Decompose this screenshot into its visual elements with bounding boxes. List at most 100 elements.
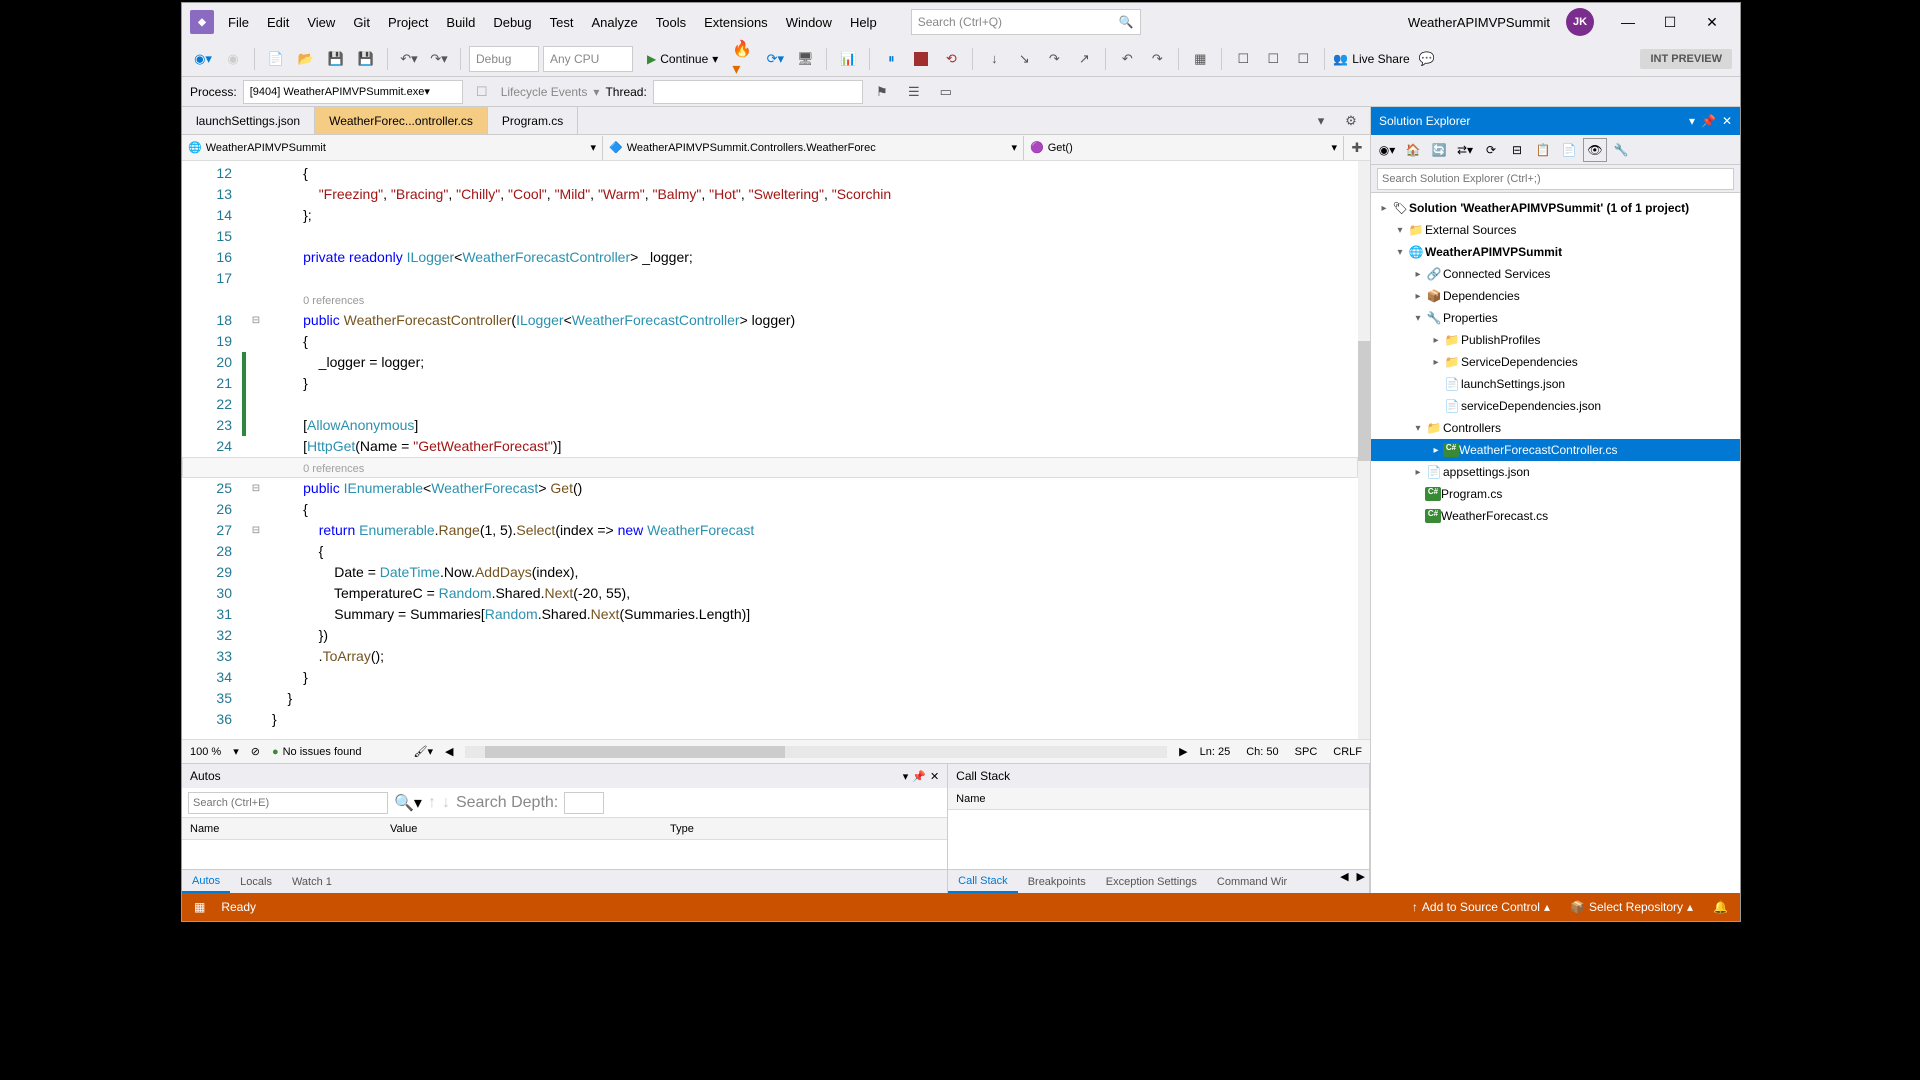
down-icon[interactable]: ↓ [442,794,450,812]
menu-help[interactable]: Help [842,11,885,34]
process-dropdown[interactable]: [9404] WeatherAPIMVPSummit.exe ▾ [243,80,463,104]
tree-item[interactable]: 📄 serviceDependencies.json [1371,395,1740,417]
refresh-icon[interactable]: ⟳ [1479,138,1503,162]
tree-item[interactable]: ▸📄 appsettings.json [1371,461,1740,483]
copy-icon[interactable]: 📄 [1557,138,1581,162]
h-scrollbar[interactable] [465,746,1167,758]
undo-icon[interactable]: ↶▾ [396,46,422,72]
tab-watch1[interactable]: Watch 1 [282,870,342,893]
menu-extensions[interactable]: Extensions [696,11,776,34]
menu-view[interactable]: View [299,11,343,34]
restart-icon[interactable]: ⟳▾ [762,46,788,72]
up-icon[interactable]: ↑ [428,794,436,812]
split-icon[interactable]: ✚ [1344,135,1370,161]
tree-item[interactable]: 📄 launchSettings.json [1371,373,1740,395]
step-into-icon[interactable]: ↘ [1011,46,1037,72]
preview-icon[interactable]: 👁 [1583,138,1607,162]
cursor-back-icon[interactable]: ↶ [1114,46,1140,72]
hot-reload-icon[interactable]: 🔥▾ [732,46,758,72]
menu-debug[interactable]: Debug [485,11,539,34]
menu-build[interactable]: Build [438,11,483,34]
back-icon[interactable]: ◉▾ [1375,138,1399,162]
issues-status[interactable]: No issues found [272,746,362,758]
scroll-thumb[interactable] [1358,341,1370,461]
pin-icon[interactable]: 📌 [912,770,926,783]
tab-dropdown-icon[interactable]: ▾ [1308,108,1334,134]
close-icon[interactable]: ✕ [1722,114,1732,128]
collapse-icon[interactable]: ⊟ [1505,138,1529,162]
perf-icon[interactable]: 📊 [835,46,861,72]
tree-item[interactable]: ▾🌐 WeatherAPIMVPSummit [1371,241,1740,263]
tab-autos[interactable]: Autos [182,870,230,893]
stack-icon[interactable]: ☰ [901,79,927,105]
step-out-icon[interactable]: ↗ [1071,46,1097,72]
scroll-right-icon[interactable]: ▶ [1353,870,1369,893]
thread-dropdown[interactable] [653,80,863,104]
file-tab[interactable]: launchSettings.json [182,107,315,134]
grid-icon[interactable]: ▦ [1187,46,1213,72]
indent-indicator[interactable]: SPC [1295,746,1318,758]
eol-indicator[interactable]: CRLF [1333,746,1362,758]
panel-dropdown-icon[interactable]: ▾ [903,770,909,783]
continue-button[interactable]: ▶Continue ▾ [637,46,728,72]
menu-project[interactable]: Project [380,11,436,34]
live-share-button[interactable]: 👥Live Share [1333,52,1409,66]
tab-exceptions[interactable]: Exception Settings [1096,870,1207,893]
menu-test[interactable]: Test [542,11,582,34]
tab-locals[interactable]: Locals [230,870,282,893]
nav-member[interactable]: 🟣Get()▾ [1024,136,1344,160]
tool1-icon[interactable]: ☐ [1230,46,1256,72]
col-name[interactable]: Name [948,793,993,805]
save-icon[interactable]: 💾 [323,46,349,72]
menu-analyze[interactable]: Analyze [583,11,645,34]
tab-command[interactable]: Command Wir [1207,870,1297,893]
panel-close-icon[interactable]: ✕ [930,770,939,783]
step-over-icon[interactable]: ↷ [1041,46,1067,72]
cursor-fwd-icon[interactable]: ↷ [1144,46,1170,72]
h-scroll-left[interactable]: ◀ [445,745,453,758]
nav-project[interactable]: 🌐WeatherAPIMVPSummit▾ [182,136,603,160]
maximize-button[interactable]: ☐ [1650,8,1690,36]
col-indicator[interactable]: Ch: 50 [1246,746,1278,758]
depth-input[interactable] [564,792,604,814]
col-value[interactable]: Value [382,823,662,835]
minimize-button[interactable]: — [1608,8,1648,36]
tree-item[interactable]: ▾🔧 Properties [1371,307,1740,329]
tab-callstack[interactable]: Call Stack [948,870,1018,893]
tree-item[interactable]: ▸📁 ServiceDependencies [1371,351,1740,373]
scroll-left-icon[interactable]: ◀ [1336,870,1352,893]
close-button[interactable]: ✕ [1692,8,1732,36]
global-search[interactable]: Search (Ctrl+Q) 🔍 [911,9,1141,35]
pin-icon[interactable]: 📌 [1701,114,1716,128]
col-name[interactable]: Name [182,823,382,835]
config-dropdown[interactable]: Debug [469,46,539,72]
properties-icon[interactable]: 🔧 [1609,138,1633,162]
restart-debug-icon[interactable]: ⟲ [938,46,964,72]
error-icon[interactable]: ⊘ [251,745,260,758]
tree-item[interactable]: C# WeatherForecast.cs [1371,505,1740,527]
menu-tools[interactable]: Tools [648,11,694,34]
tree-item[interactable]: ▾📁 External Sources [1371,219,1740,241]
col-type[interactable]: Type [662,823,702,835]
repo-button[interactable]: 📦Select Repository ▴ [1570,900,1693,914]
tab-gear-icon[interactable]: ⚙ [1338,108,1364,134]
home-icon[interactable]: 🏠 [1401,138,1425,162]
h-scroll-right[interactable]: ▶ [1179,745,1187,758]
tree-item[interactable]: C# Program.cs [1371,483,1740,505]
notification-icon[interactable]: 🔔 [1713,900,1728,914]
open-icon[interactable]: 📂 [293,46,319,72]
dropdown-icon[interactable]: ▾ [1689,114,1695,128]
feedback-icon[interactable]: 💬 [1414,46,1440,72]
tool3-icon[interactable]: ☐ [1290,46,1316,72]
flag-icon[interactable]: ⚑ [869,79,895,105]
new-project-icon[interactable]: 📄 [263,46,289,72]
tab-breakpoints[interactable]: Breakpoints [1018,870,1096,893]
brush-icon[interactable]: 🖌▾ [414,745,434,758]
menu-window[interactable]: Window [778,11,840,34]
tree-item[interactable]: ▸📦 Dependencies [1371,285,1740,307]
redo-icon[interactable]: ↷▾ [426,46,452,72]
save-all-icon[interactable]: 💾 [353,46,379,72]
code-content[interactable]: { "Freezing", "Bracing", "Chilly", "Cool… [266,161,1358,739]
autos-search-input[interactable] [188,792,388,814]
browser-icon[interactable]: 🖥 [792,46,818,72]
